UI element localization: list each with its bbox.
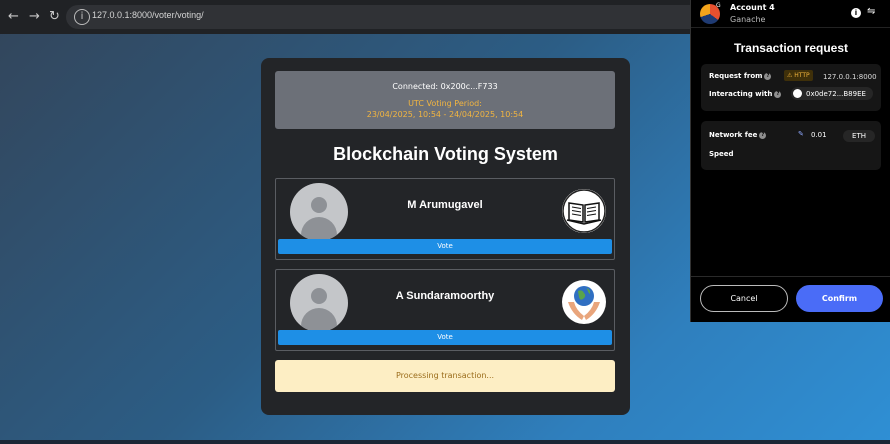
globe-in-hands-icon bbox=[562, 280, 606, 324]
request-from-label-wrap: Request from? bbox=[709, 72, 772, 80]
fee-value: 0.01 bbox=[811, 131, 827, 139]
vote-button[interactable]: Vote bbox=[278, 239, 612, 254]
fee-label-wrap: Network fee? bbox=[709, 131, 767, 139]
status-message: Processing transaction... bbox=[275, 360, 615, 392]
request-from-label: Request from bbox=[709, 72, 763, 80]
help-icon[interactable]: ? bbox=[764, 72, 772, 80]
http-warning-badge: ⚠ HTTP bbox=[784, 70, 813, 81]
http-badge-label: HTTP bbox=[794, 72, 810, 79]
interacting-label: Interacting with bbox=[709, 90, 773, 98]
voting-card: Connected: 0x200c...F733 UTC Voting Peri… bbox=[261, 58, 630, 415]
site-info-icon[interactable]: i bbox=[74, 9, 90, 25]
info-icon[interactable]: i bbox=[851, 8, 861, 18]
page-title: Blockchain Voting System bbox=[333, 144, 558, 164]
taskbar bbox=[0, 440, 890, 444]
connected-address: Connected: 0x200c...F733 bbox=[392, 82, 498, 91]
voting-period-value: 23/04/2025, 10:54 - 24/04/2025, 10:54 bbox=[366, 110, 524, 119]
request-details: Request from? ⚠ HTTP 127.0.0.1:8000 Inte… bbox=[701, 64, 881, 111]
speed-label: Speed bbox=[709, 150, 734, 158]
candidate-card: A Sundaramoorthy Vote bbox=[275, 269, 615, 351]
candidate-avatar bbox=[290, 274, 348, 332]
contract-address: 0x0de72...B89EE bbox=[806, 90, 866, 98]
cancel-button[interactable]: Cancel bbox=[700, 285, 788, 312]
interacting-label-wrap: Interacting with? bbox=[709, 90, 782, 98]
settings-icon[interactable]: ⇋ bbox=[867, 6, 875, 17]
voting-period-label: UTC Voting Period: bbox=[408, 99, 482, 108]
fee-label: Network fee bbox=[709, 131, 758, 139]
wallet-popup: G Account 4 Ganache i ⇋ Transaction requ… bbox=[690, 0, 890, 322]
network-name: Ganache bbox=[730, 15, 766, 24]
vote-button[interactable]: Vote bbox=[278, 330, 612, 345]
help-icon[interactable]: ? bbox=[774, 90, 782, 98]
connection-info: Connected: 0x200c...F733 UTC Voting Peri… bbox=[275, 71, 615, 129]
edit-fee-icon[interactable]: ✎ bbox=[798, 130, 804, 138]
fee-details: Network fee? ✎ 0.01 ETH Speed bbox=[701, 121, 881, 170]
candidate-avatar bbox=[290, 183, 348, 241]
candidate-card: M Arumugavel Vote bbox=[275, 178, 615, 260]
fee-currency: ETH bbox=[843, 130, 875, 142]
url-text: 127.0.0.1:8000/voter/voting/ bbox=[92, 10, 204, 20]
forward-icon[interactable]: → bbox=[29, 9, 40, 24]
transaction-title: Transaction request bbox=[733, 41, 849, 55]
request-from-value: 127.0.0.1:8000 bbox=[823, 73, 877, 81]
confirm-button[interactable]: Confirm bbox=[796, 285, 883, 312]
help-icon[interactable]: ? bbox=[759, 131, 767, 139]
back-icon[interactable]: ← bbox=[8, 9, 19, 24]
account-name[interactable]: Account 4 bbox=[730, 3, 775, 12]
header-divider bbox=[691, 27, 890, 28]
network-initial: G bbox=[716, 2, 721, 9]
book-icon bbox=[562, 189, 606, 233]
reload-icon[interactable]: ↻ bbox=[49, 9, 60, 24]
footer-divider bbox=[691, 276, 890, 277]
address-avatar-icon bbox=[793, 89, 802, 98]
